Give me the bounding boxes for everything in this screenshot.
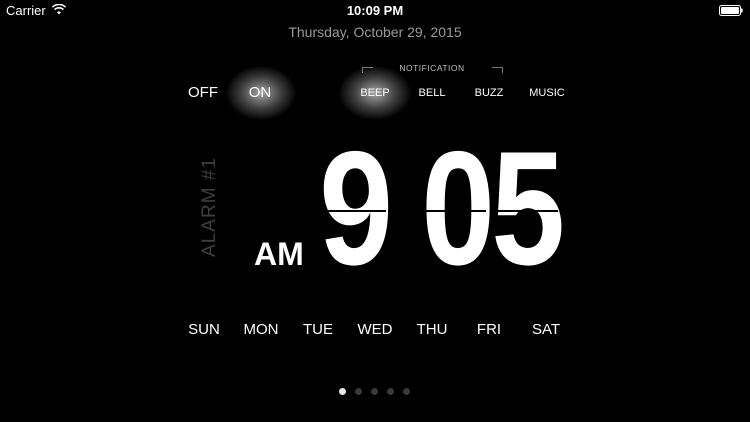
day-wed[interactable]: WED: [350, 321, 400, 338]
hour-digit[interactable]: 9: [319, 128, 393, 290]
minute-tens-flip-split: [420, 210, 486, 212]
hour-flip-split: [316, 210, 386, 212]
on-button[interactable]: ON: [240, 84, 280, 101]
status-bar: Carrier 10:09 PM: [0, 0, 750, 22]
day-sun[interactable]: SUN: [179, 321, 229, 338]
page-dot[interactable]: [403, 388, 410, 395]
alarm-label: ALARM #1: [199, 157, 220, 257]
day-tue[interactable]: TUE: [293, 321, 343, 338]
day-sat[interactable]: SAT: [521, 321, 571, 338]
off-button[interactable]: OFF: [183, 84, 223, 101]
day-fri[interactable]: FRI: [464, 321, 514, 338]
day-thu[interactable]: THU: [407, 321, 457, 338]
notification-beep-button[interactable]: BEEP: [350, 87, 400, 99]
notification-buzz-button[interactable]: BUZZ: [464, 87, 514, 99]
day-mon[interactable]: MON: [236, 321, 286, 338]
page-dot[interactable]: [339, 388, 346, 395]
page-indicator: [339, 388, 419, 395]
current-date: Thursday, October 29, 2015: [288, 24, 462, 40]
minute-ones-flip-split: [490, 210, 558, 212]
page-dot[interactable]: [355, 388, 362, 395]
minute-tens-digit[interactable]: 0: [421, 128, 495, 290]
ampm-indicator[interactable]: AM: [254, 236, 304, 273]
status-time: 10:09 PM: [346, 3, 404, 18]
battery-icon: [719, 5, 743, 16]
notification-music-button[interactable]: MUSIC: [521, 87, 573, 99]
page-dot[interactable]: [371, 388, 378, 395]
minute-ones-digit[interactable]: 5: [491, 128, 565, 290]
notification-bell-button[interactable]: BELL: [407, 87, 457, 99]
page-dot[interactable]: [387, 388, 394, 395]
